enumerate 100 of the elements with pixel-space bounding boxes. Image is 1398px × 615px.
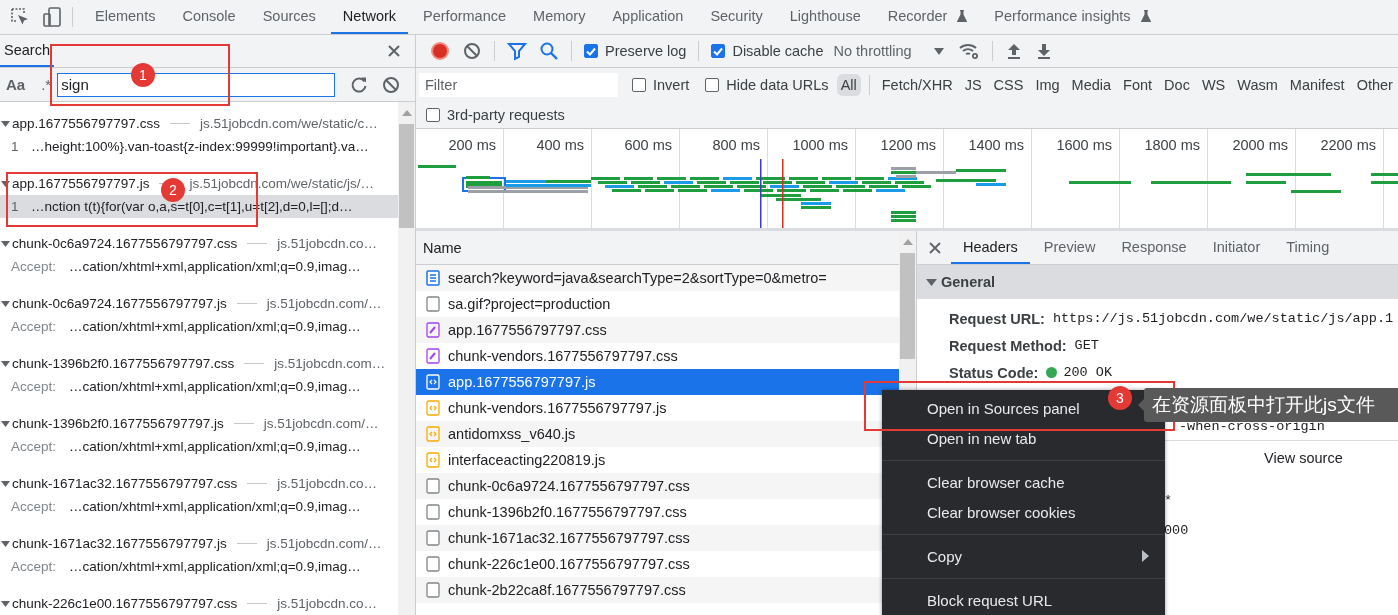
panel-tab[interactable]: Lighthouse	[777, 0, 873, 34]
type-filter[interactable]: JS	[960, 73, 986, 96]
match-case-toggle[interactable]: Aa	[2, 72, 30, 97]
search-match-row[interactable]: Accept: …cation/xhtml+xml,application/xml;q=0.9,imag…	[0, 255, 398, 278]
details-tab[interactable]: Preview	[1031, 231, 1108, 264]
file-name[interactable]: chunk-1396b2f0.1677556797797.js	[12, 416, 224, 431]
header-name: Accept:	[11, 559, 58, 574]
script-icon	[426, 374, 440, 390]
checkbox[interactable]	[711, 44, 726, 58]
checkbox[interactable]	[426, 107, 440, 122]
type-filter[interactable]: CSS	[989, 73, 1028, 96]
type-filter[interactable]: Media	[1067, 73, 1116, 96]
header-value: 000	[1164, 522, 1189, 538]
header-value: GET	[1074, 338, 1099, 353]
search-match-row[interactable]: 1 …height:100%}.van-toast{z-index:99999!important}.va…	[0, 135, 398, 158]
clear-icon[interactable]	[462, 41, 482, 61]
scroll-thumb[interactable]	[399, 124, 414, 228]
checkbox[interactable]	[632, 77, 646, 92]
checkbox[interactable]	[705, 77, 720, 92]
expand-arrow-icon[interactable]	[1, 419, 10, 428]
expand-arrow-icon[interactable]	[1, 479, 10, 488]
type-filter[interactable]: Font	[1119, 73, 1157, 96]
expand-arrow-icon[interactable]	[1, 359, 10, 368]
panel-tab[interactable]: Recorder	[875, 0, 980, 34]
request-row[interactable]: app.1677556797797.js	[416, 369, 899, 395]
type-filter[interactable]: All	[836, 73, 861, 96]
regex-toggle[interactable]: .*	[37, 72, 56, 97]
search-match-row[interactable]: Accept: …cation/xhtml+xml,application/xml;q=0.9,imag…	[0, 315, 398, 338]
expand-arrow-icon[interactable]	[1, 299, 10, 308]
panel-tab[interactable]: Performance insights	[982, 0, 1163, 34]
details-tab[interactable]: Timing	[1274, 231, 1342, 264]
header-value: *	[1164, 492, 1173, 508]
expand-arrow-icon[interactable]	[1, 239, 10, 248]
close-icon[interactable]	[929, 241, 941, 254]
time-tick: 400 ms	[536, 137, 584, 153]
request-row[interactable]: search?keyword=java&searchType=2&sortType=0&metro=	[416, 265, 899, 291]
type-filter[interactable]: WS	[1197, 73, 1230, 96]
column-header[interactable]: Name	[416, 231, 899, 265]
panel-tab[interactable]: Memory	[521, 0, 598, 34]
type-filter[interactable]: Wasm	[1233, 73, 1282, 96]
panel-tab[interactable]: Elements	[83, 0, 168, 34]
match-text: …height:100%}.van-toast{z-index:99999!important}.va…	[31, 139, 369, 154]
search-match-row[interactable]: Accept: …cation/xhtml+xml,application/xml;q=0.9,imag…	[0, 495, 398, 518]
panel-tab[interactable]: Sources	[250, 0, 328, 34]
throttling-dropdown[interactable]: No throttling	[833, 43, 944, 59]
file-name[interactable]: chunk-226c1e00.1677556797797.css	[12, 596, 238, 611]
search-match-row[interactable]: Accept: …cation/xhtml+xml,application/xml;q=0.9,imag…	[0, 555, 398, 578]
type-filter[interactable]: Doc	[1160, 73, 1194, 96]
file-name[interactable]: chunk-1671ac32.1677556797797.css	[12, 476, 238, 491]
scrollbar[interactable]	[398, 102, 415, 615]
search-match-row[interactable]: Accept: …cation/xhtml+xml,application/xml;q=0.9,imag…	[0, 435, 398, 458]
details-tab[interactable]: Response	[1109, 231, 1199, 264]
expand-arrow-icon[interactable]	[1, 179, 10, 188]
type-filter[interactable]: Img	[1031, 73, 1064, 96]
match-text: …cation/xhtml+xml,application/xml;q=0.9,imag…	[69, 559, 361, 574]
checkbox-label: Invert	[653, 76, 690, 93]
file-name[interactable]: chunk-1671ac32.1677556797797.js	[12, 536, 227, 551]
header-value: -when-cross-origin	[1179, 419, 1325, 434]
checkbox[interactable]	[584, 44, 598, 58]
checkbox-label: Hide data URLs	[726, 76, 829, 93]
details-tab[interactable]: Initiator	[1200, 231, 1273, 264]
search-match-row[interactable]: Accept: …cation/xhtml+xml,application/xml;q=0.9,imag…	[0, 375, 398, 398]
time-tick: 2200 ms	[1320, 137, 1376, 153]
time-tick: 1400 ms	[968, 137, 1024, 153]
expand-arrow-icon[interactable]	[1, 539, 10, 548]
scroll-thumb[interactable]	[900, 253, 915, 359]
panel-tab[interactable]: Application	[600, 0, 696, 34]
close-icon[interactable]	[387, 44, 401, 58]
filter-icon[interactable]	[507, 41, 527, 61]
record-icon[interactable]	[430, 41, 450, 61]
search-icon[interactable]	[539, 41, 559, 61]
section-header[interactable]: General	[917, 265, 1398, 299]
file-url: js.51jobcdn.com…	[274, 356, 386, 371]
panel-tab[interactable]: Console	[170, 0, 248, 34]
header-name: Request Method:	[949, 337, 1067, 354]
view-source-link[interactable]: View source	[1264, 450, 1343, 466]
clear-icon[interactable]	[381, 74, 402, 95]
file-url: js.51jobcdn.co…	[277, 236, 377, 251]
file-name[interactable]: app.1677556797797.css	[12, 116, 160, 131]
device-icon[interactable]	[41, 6, 63, 28]
checkbox-label: Disable cache	[732, 43, 824, 59]
network-conditions-icon[interactable]	[957, 41, 980, 61]
request-row[interactable]: app.1677556797797.css	[416, 317, 899, 343]
panel-tab[interactable]: Performance	[411, 0, 519, 34]
type-filter[interactable]: Fetch/XHR	[877, 73, 957, 96]
file-name[interactable]: chunk-0c6a9724.1677556797797.js	[12, 296, 227, 311]
file-name[interactable]: chunk-0c6a9724.1677556797797.css	[12, 236, 238, 251]
type-filter[interactable]: Other	[1352, 73, 1397, 96]
expand-arrow-icon[interactable]	[1, 599, 10, 608]
filter-field[interactable]: Filter	[419, 72, 618, 97]
panel-tab[interactable]: Security	[698, 0, 775, 34]
file-url: js.51jobcdn.co…	[277, 596, 377, 611]
line-number: 1	[11, 199, 20, 214]
match-text: …cation/xhtml+xml,application/xml;q=0.9,imag…	[69, 439, 361, 454]
caret-icon	[933, 47, 944, 55]
expand-arrow-icon[interactable]	[1, 119, 10, 128]
file-name[interactable]: app.1677556797797.js	[12, 176, 150, 191]
type-filter[interactable]: Manifest	[1285, 73, 1349, 96]
file-name[interactable]: chunk-1396b2f0.1677556797797.css	[12, 356, 235, 371]
expand-arrow-icon[interactable]	[926, 277, 937, 287]
